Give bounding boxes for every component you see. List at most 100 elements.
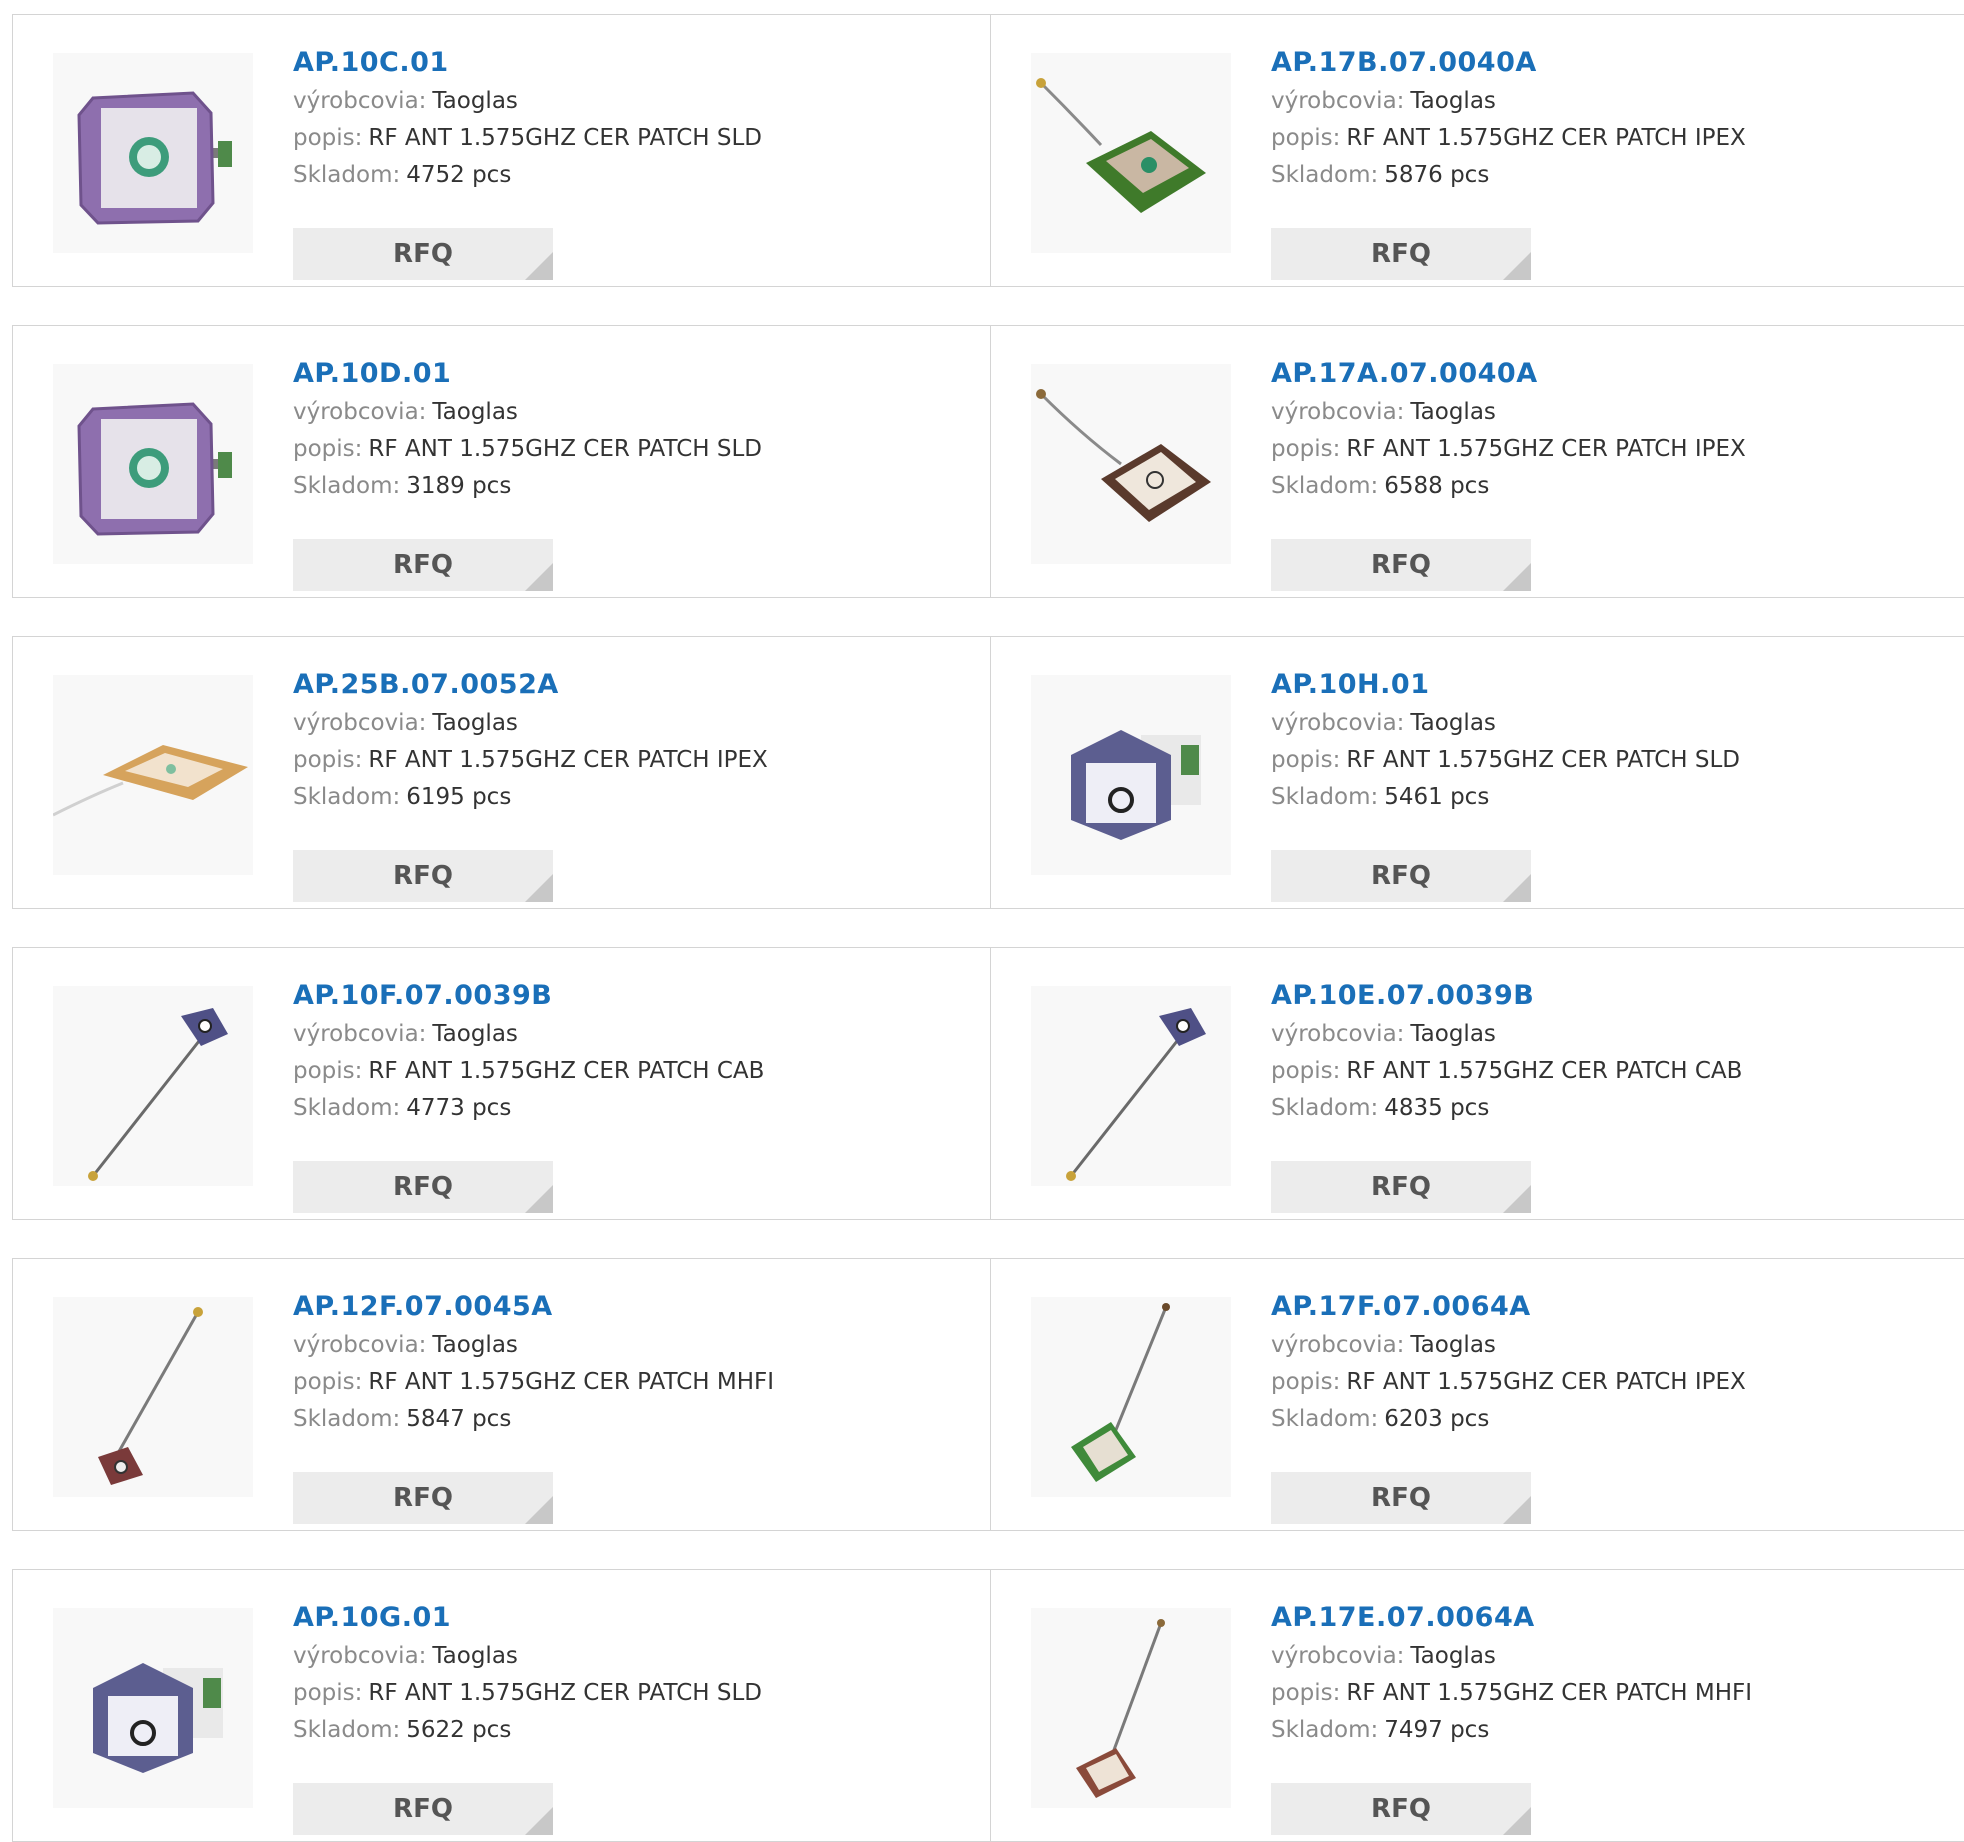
rfq-button[interactable]: RFQ	[293, 850, 553, 902]
product-title-link[interactable]: AP.12F.07.0045A	[293, 1287, 774, 1327]
rfq-button[interactable]: RFQ	[1271, 1472, 1531, 1524]
rfq-button[interactable]: RFQ	[293, 1472, 553, 1524]
product-image[interactable]	[53, 1608, 253, 1808]
description-value: RF ANT 1.575GHZ CER PATCH MHFI	[368, 1369, 775, 1395]
description-line: popis: RF ANT 1.575GHZ CER PATCH CAB	[1271, 1053, 1742, 1090]
rfq-corner-decoration	[525, 563, 553, 591]
product-image[interactable]	[1031, 1608, 1231, 1808]
product-title-link[interactable]: AP.10D.01	[293, 354, 762, 394]
product-info: AP.10F.07.0039B výrobcovia: Taoglas popis: R…	[293, 976, 764, 1213]
product-image[interactable]	[1031, 986, 1231, 1186]
rfq-button[interactable]: RFQ	[1271, 1161, 1531, 1213]
rfq-button[interactable]: RFQ	[293, 1783, 553, 1835]
product-info: AP.10G.01 výrobcovia: Taoglas popis: RF ANT …	[293, 1598, 762, 1835]
stock-line: Skladom: 6195 pcs	[293, 779, 768, 816]
description-label: popis:	[293, 1680, 363, 1706]
product-title-link[interactable]: AP.10F.07.0039B	[293, 976, 764, 1016]
description-value: RF ANT 1.575GHZ CER PATCH CAB	[1346, 1058, 1743, 1084]
rfq-button[interactable]: RFQ	[1271, 1783, 1531, 1835]
manufacturer-value: Taoglas	[1410, 710, 1496, 736]
description-label: popis:	[1271, 1369, 1341, 1395]
product-image[interactable]	[53, 364, 253, 564]
manufacturer-label: výrobcovia:	[1271, 1643, 1405, 1669]
rfq-button[interactable]: RFQ	[1271, 539, 1531, 591]
product-image[interactable]	[1031, 675, 1231, 875]
stock-label: Skladom:	[293, 473, 401, 499]
description-line: popis: RF ANT 1.575GHZ CER PATCH SLD	[293, 1675, 762, 1712]
product-title-link[interactable]: AP.17A.07.0040A	[1271, 354, 1746, 394]
manufacturer-label: výrobcovia:	[1271, 1332, 1405, 1358]
manufacturer-label: výrobcovia:	[1271, 88, 1405, 114]
product-image[interactable]	[1031, 1297, 1231, 1497]
rfq-corner-decoration	[525, 1496, 553, 1524]
rfq-button[interactable]: RFQ	[1271, 850, 1531, 902]
description-value: RF ANT 1.575GHZ CER PATCH MHFI	[1346, 1680, 1753, 1706]
description-label: popis:	[1271, 1680, 1341, 1706]
product-info: AP.17F.07.0064A výrobcovia: Taoglas popis: R…	[1271, 1287, 1746, 1524]
product-image[interactable]	[53, 986, 253, 1186]
manufacturer-value: Taoglas	[432, 399, 518, 425]
rfq-label: RFQ	[1371, 550, 1431, 580]
product-image[interactable]	[53, 675, 253, 875]
manufacturer-value: Taoglas	[432, 88, 518, 114]
stock-label: Skladom:	[1271, 784, 1379, 810]
description-line: popis: RF ANT 1.575GHZ CER PATCH IPEX	[293, 742, 768, 779]
manufacturer-value: Taoglas	[1410, 1021, 1496, 1047]
rfq-button[interactable]: RFQ	[293, 228, 553, 280]
product-title-link[interactable]: AP.17B.07.0040A	[1271, 43, 1746, 83]
description-line: popis: RF ANT 1.575GHZ CER PATCH SLD	[293, 120, 762, 157]
manufacturer-value: Taoglas	[432, 1021, 518, 1047]
product-row: AP.10C.01 výrobcovia: Taoglas popis: RF ANT …	[12, 14, 1964, 287]
description-label: popis:	[1271, 125, 1341, 151]
product-card: AP.17F.07.0064A výrobcovia: Taoglas popis: R…	[990, 1259, 1964, 1530]
description-label: popis:	[293, 1369, 363, 1395]
manufacturer-value: Taoglas	[1410, 1332, 1496, 1358]
product-card: AP.10H.01 výrobcovia: Taoglas popis: RF ANT …	[990, 637, 1964, 908]
product-card: AP.12F.07.0045A výrobcovia: Taoglas popis: R…	[13, 1259, 990, 1530]
product-title-link[interactable]: AP.10H.01	[1271, 665, 1740, 705]
stock-value: 5461 pcs	[1384, 784, 1490, 810]
product-image[interactable]	[1031, 364, 1231, 564]
product-title-link[interactable]: AP.17E.07.0064A	[1271, 1598, 1752, 1638]
rfq-button[interactable]: RFQ	[1271, 228, 1531, 280]
rfq-corner-decoration	[1503, 252, 1531, 280]
manufacturer-label: výrobcovia:	[293, 1021, 427, 1047]
rfq-label: RFQ	[1371, 1794, 1431, 1824]
description-label: popis:	[1271, 436, 1341, 462]
description-value: RF ANT 1.575GHZ CER PATCH IPEX	[1346, 436, 1746, 462]
description-label: popis:	[293, 125, 363, 151]
product-info: AP.12F.07.0045A výrobcovia: Taoglas popis: R…	[293, 1287, 775, 1524]
product-title-link[interactable]: AP.25B.07.0052A	[293, 665, 768, 705]
manufacturer-label: výrobcovia:	[293, 1332, 427, 1358]
product-title-link[interactable]: AP.10E.07.0039B	[1271, 976, 1742, 1016]
stock-line: Skladom: 7497 pcs	[1271, 1712, 1752, 1749]
product-card: AP.25B.07.0052A výrobcovia: Taoglas popis: R…	[13, 637, 990, 908]
product-image[interactable]	[53, 1297, 253, 1497]
description-value: RF ANT 1.575GHZ CER PATCH SLD	[1346, 747, 1740, 773]
product-info: AP.10C.01 výrobcovia: Taoglas popis: RF ANT …	[293, 43, 762, 280]
manufacturer-line: výrobcovia: Taoglas	[293, 83, 762, 120]
stock-value: 4773 pcs	[406, 1095, 512, 1121]
manufacturer-line: výrobcovia: Taoglas	[1271, 1638, 1752, 1675]
product-image[interactable]	[53, 53, 253, 253]
stock-label: Skladom:	[293, 1095, 401, 1121]
product-image[interactable]	[1031, 53, 1231, 253]
manufacturer-line: výrobcovia: Taoglas	[293, 1016, 764, 1053]
rfq-label: RFQ	[1371, 1172, 1431, 1202]
product-title-link[interactable]: AP.17F.07.0064A	[1271, 1287, 1746, 1327]
product-row: AP.10D.01 výrobcovia: Taoglas popis: RF ANT …	[12, 325, 1964, 598]
product-title-link[interactable]: AP.10G.01	[293, 1598, 762, 1638]
product-title-link[interactable]: AP.10C.01	[293, 43, 762, 83]
description-value: RF ANT 1.575GHZ CER PATCH IPEX	[1346, 1369, 1746, 1395]
manufacturer-value: Taoglas	[432, 1643, 518, 1669]
product-card: AP.10D.01 výrobcovia: Taoglas popis: RF ANT …	[13, 326, 990, 597]
product-card: AP.17A.07.0040A výrobcovia: Taoglas popis: R…	[990, 326, 1964, 597]
rfq-button[interactable]: RFQ	[293, 539, 553, 591]
product-card: AP.10E.07.0039B výrobcovia: Taoglas popis: R…	[990, 948, 1964, 1219]
description-value: RF ANT 1.575GHZ CER PATCH SLD	[368, 1680, 762, 1706]
rfq-button[interactable]: RFQ	[293, 1161, 553, 1213]
description-line: popis: RF ANT 1.575GHZ CER PATCH IPEX	[1271, 431, 1746, 468]
rfq-label: RFQ	[393, 1794, 453, 1824]
rfq-label: RFQ	[1371, 239, 1431, 269]
manufacturer-label: výrobcovia:	[1271, 710, 1405, 736]
